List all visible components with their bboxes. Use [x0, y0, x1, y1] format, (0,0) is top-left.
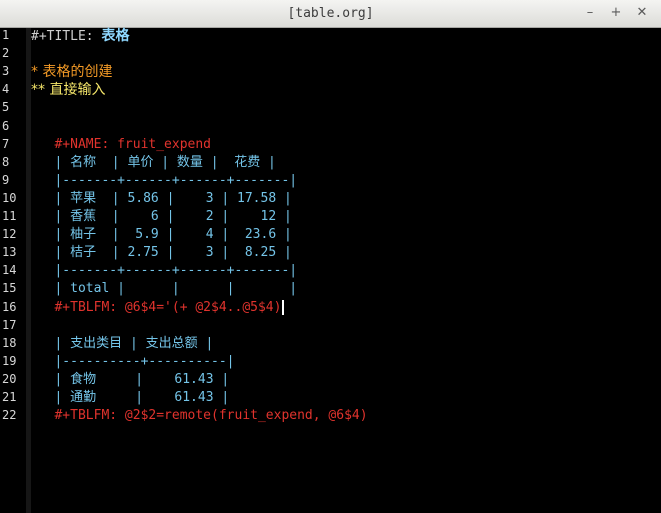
line-number: 11 [2, 209, 17, 223]
editor-line[interactable]: 16 #+TBLFM: @6$4='(+ @2$4..@5$4) [0, 299, 661, 317]
line-number: 2 [2, 46, 10, 61]
line-text[interactable]: ** 直接输入 [31, 81, 105, 100]
editor-line[interactable]: 17 [0, 317, 661, 335]
line-text[interactable]: #+TBLFM: @2$2=remote(fruit_expend, @6$4) [31, 407, 368, 425]
editor-line[interactable]: 13 | 桔子 | 2.75 | 3 | 8.25 | [0, 244, 661, 262]
line-number: 4 [2, 82, 10, 97]
close-icon[interactable]: ✕ [633, 5, 651, 21]
window-titlebar[interactable]: [table.org] – + ✕ [0, 0, 661, 28]
line-text[interactable]: #+TITLE: 表格 [31, 27, 129, 46]
editor-line[interactable]: 12 | 柚子 | 5.9 | 4 | 23.6 | [0, 226, 661, 244]
editor-line[interactable]: 21 | 通勤 | 61.43 | [0, 389, 661, 407]
line-number: 13 [2, 245, 17, 260]
line-number: 18 [2, 335, 17, 350]
text-segment: #+NAME: fruit_expend [31, 136, 212, 152]
editor-line[interactable]: 5 [0, 99, 661, 117]
text-segment: | 通勤 | 61.43 | [31, 390, 230, 405]
editor-line[interactable]: 10 | 苹果 | 5.86 | 3 | 17.58 | [0, 190, 661, 208]
editor-line[interactable]: 1 #+TITLE: 表格 [0, 27, 661, 45]
text-segment: * 表格的创建 [31, 64, 113, 81]
editor-line[interactable]: 18 | 支出类目 | 支出总额 | [0, 335, 661, 353]
text-segment: #+TITLE: [31, 29, 102, 44]
editor-line[interactable]: 20 | 食物 | 61.43 | [0, 371, 661, 389]
line-number: 8 [2, 154, 10, 169]
line-number: 16 [2, 299, 17, 314]
line-text[interactable]: | 名称 | 单价 | 数量 | 花费 | [31, 154, 276, 172]
text-segment: | total | | | | [31, 281, 298, 297]
editor-area[interactable]: 1 #+TITLE: 表格 2 3 * 表格的创建 4 ** 直接输入 5 6 7 #+NAME:… [0, 28, 661, 513]
text-segment: | 食物 | 61.43 | [31, 371, 230, 387]
line-number: 9 [2, 172, 10, 187]
line-number: 20 [2, 371, 17, 386]
editor-line[interactable]: 4 ** 直接输入 [0, 81, 661, 99]
line-number: 12 [2, 227, 17, 242]
text-segment: | 支出类目 | 支出总额 | [31, 335, 214, 351]
text-segment: | 名称 | 单价 | 数量 | 花费 | [31, 154, 276, 170]
line-number: 19 [2, 353, 17, 368]
maximize-icon[interactable]: + [607, 5, 625, 21]
line-number: 17 [2, 317, 17, 332]
window-title: [table.org] [287, 6, 374, 21]
editor-line[interactable]: 15 | total | | | | [0, 280, 661, 298]
line-number: 5 [2, 100, 10, 115]
line-text[interactable]: | 香蕉 | 6 | 2 | 12 | [31, 208, 292, 226]
editor-line[interactable]: 9 |-------+------+------+-------| [0, 172, 661, 190]
line-number: 10 [2, 190, 17, 205]
text-segment: |-------+------+------+-------| [31, 172, 298, 188]
text-segment: | 柚子 | 5.9 | 4 | 23.6 | [31, 227, 292, 243]
text-segment: | 桔子 | 2.75 | 3 | 8.25 | [31, 245, 292, 261]
line-number: 14 [2, 263, 17, 278]
line-text[interactable]: |-------+------+------+-------| [31, 262, 297, 280]
line-text[interactable]: |-------+------+------+-------| [31, 172, 297, 190]
line-number: 1 [2, 28, 10, 42]
line-text[interactable]: #+TBLFM: @6$4='(+ @2$4..@5$4) [31, 299, 285, 317]
text-segment: |----------+----------| [31, 353, 235, 369]
text-segment: | 香蕉 | 6 | 2 | 12 | [31, 209, 292, 224]
line-text[interactable]: | total | | | | [31, 280, 297, 298]
editor-line[interactable]: 11 | 香蕉 | 6 | 2 | 12 | [0, 208, 661, 226]
line-text[interactable]: | 苹果 | 5.86 | 3 | 17.58 | [31, 190, 292, 208]
editor-line[interactable]: 2 [0, 45, 661, 63]
text-segment: #+TBLFM: @2$2=remote(fruit_expend, @6$4) [31, 408, 368, 424]
text-segment: | 苹果 | 5.86 | 3 | 17.58 | [31, 190, 292, 206]
text-segment: ** 直接输入 [31, 82, 106, 99]
line-text[interactable]: #+NAME: fruit_expend [31, 136, 211, 154]
editor-line[interactable]: 8 | 名称 | 单价 | 数量 | 花费 | [0, 154, 661, 172]
line-number: 6 [2, 118, 10, 133]
line-text[interactable]: | 通勤 | 61.43 | [31, 389, 229, 407]
line-number: 15 [2, 281, 17, 296]
line-number: 21 [2, 390, 17, 404]
line-text[interactable]: * 表格的创建 [31, 63, 112, 82]
minimize-icon[interactable]: – [581, 5, 599, 21]
editor-line[interactable]: 3 * 表格的创建 [0, 63, 661, 81]
line-number: 3 [2, 64, 10, 79]
editor-line[interactable]: 7 #+NAME: fruit_expend [0, 136, 661, 154]
editor-line[interactable]: 19 |----------+----------| [0, 353, 661, 371]
text-cursor [282, 299, 285, 315]
text-segment: #+TBLFM: @6$4='(+ @2$4..@5$4) [31, 299, 282, 315]
editor-line[interactable]: 14 |-------+------+------+-------| [0, 262, 661, 280]
line-text[interactable]: | 支出类目 | 支出总额 | [31, 335, 213, 353]
line-text[interactable]: | 桔子 | 2.75 | 3 | 8.25 | [31, 244, 292, 262]
line-text[interactable]: | 柚子 | 5.9 | 4 | 23.6 | [31, 226, 292, 244]
editor-line[interactable]: 22 #+TBLFM: @2$2=remote(fruit_expend, @6… [0, 407, 661, 425]
text-segment: |-------+------+------+-------| [31, 263, 298, 279]
line-number: 22 [2, 408, 17, 423]
line-number: 7 [2, 136, 10, 151]
editor-line[interactable]: 6 [0, 118, 661, 136]
line-text[interactable]: | 食物 | 61.43 | [31, 371, 229, 389]
line-text[interactable]: |----------+----------| [31, 353, 235, 371]
text-segment: 表格 [101, 28, 130, 44]
